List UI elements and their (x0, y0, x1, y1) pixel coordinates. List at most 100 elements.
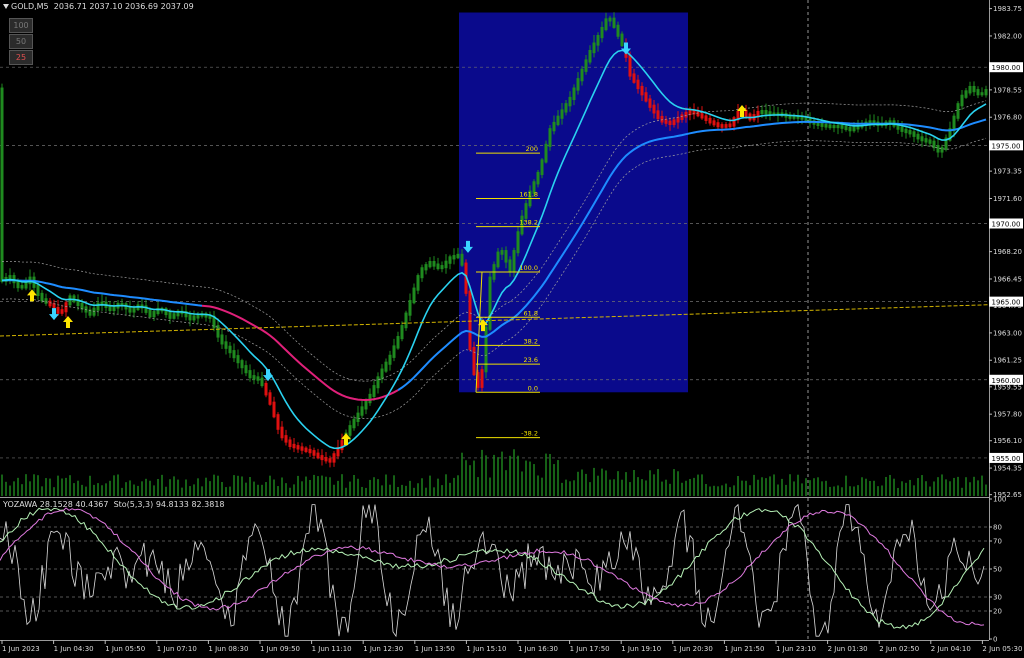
x-tick-label: 1 Jun 05:50 (105, 645, 145, 653)
candle-body (640, 85, 644, 96)
candle-body (936, 145, 940, 153)
candle-body (456, 253, 460, 259)
candle-body (320, 455, 324, 461)
candle-body (484, 326, 488, 373)
candle-body (60, 309, 64, 314)
stoch-readout: Sto(5,3,3) 94.8133 82.3818 (113, 500, 225, 509)
candle-body (20, 285, 24, 289)
x-tick-label: 1 Jun 2023 (2, 645, 40, 653)
symbol-header: GOLD,M5 2036.71 2037.10 2036.69 2037.09 (3, 2, 194, 11)
candle-body (260, 377, 264, 387)
candle-body (144, 305, 148, 313)
candle-body (436, 263, 440, 270)
candle-body (820, 122, 824, 127)
candle-body (588, 50, 592, 63)
candle-body (420, 267, 424, 279)
fib-level-label: 138.2 (519, 219, 538, 227)
zoom-100-button[interactable]: 100 (9, 18, 33, 33)
candle-body (684, 111, 688, 118)
candle-body (516, 231, 520, 254)
x-tick-label: 1 Jun 12:30 (363, 645, 403, 653)
candle-body (340, 440, 344, 451)
candle-body (672, 119, 676, 126)
x-tick-label: 1 Jun 23:10 (776, 645, 816, 653)
candle-body (916, 133, 920, 140)
candle-body (852, 126, 856, 132)
candle-body (604, 18, 608, 31)
candle-body (708, 117, 712, 124)
chart-window[interactable]: 200 161.8 138.2 100.0 61.8 38.2 23.6 0.0 -38.2 19… (0, 0, 1024, 654)
zoom-50-button[interactable]: 50 (9, 34, 33, 49)
candle-body (928, 139, 932, 144)
y-tick-label: 1954.35 (993, 465, 1022, 473)
candle-body (356, 412, 360, 422)
candle-body (96, 302, 100, 311)
candle-body (620, 33, 624, 47)
candle-body (968, 85, 972, 94)
candle-body (648, 98, 652, 108)
symbol-label: GOLD,M5 (11, 2, 49, 11)
candle-body (540, 159, 544, 176)
candle-body (288, 439, 292, 447)
candle-body (592, 42, 596, 54)
level-label: 1955.00 (992, 455, 1021, 463)
x-tick-label: 1 Jun 20:30 (673, 645, 713, 653)
candle-body (448, 256, 452, 264)
fib-level-label: 38.2 (524, 337, 538, 345)
yozawa-readout: YOZAWA 28.1528 40.4367 (3, 500, 109, 509)
dropdown-triangle-icon[interactable] (3, 4, 9, 9)
candle-body (556, 115, 560, 126)
candle-body (536, 171, 540, 185)
candle-body (900, 126, 904, 132)
candle-body (572, 87, 576, 101)
level-label: 1975.00 (992, 142, 1021, 150)
candle-body (724, 124, 728, 128)
candle-body (612, 17, 616, 28)
candle-body (40, 292, 44, 302)
candle-body (452, 255, 456, 260)
x-tick-label: 1 Jun 16:30 (518, 645, 558, 653)
candle-body (224, 341, 228, 349)
candle-body (240, 360, 244, 369)
candle-body (44, 298, 48, 304)
candle-body (828, 124, 832, 129)
candle-body (360, 406, 364, 416)
candle-body (432, 261, 436, 267)
candle-body (496, 251, 500, 268)
candle-body (508, 259, 512, 272)
fib-level-label: 0.0 (528, 384, 538, 392)
level-label: 1980.00 (992, 64, 1021, 72)
y-tick-label: 1956.10 (993, 437, 1022, 445)
candle-body (316, 452, 320, 459)
candle-body (984, 89, 988, 96)
osc-tick-label: 100 (993, 496, 1006, 504)
candle-body (308, 448, 312, 454)
candle-body (976, 89, 980, 96)
fib-level-label: 61.8 (524, 309, 538, 317)
zoom-25-button[interactable]: 25 (9, 50, 33, 65)
candle-body (404, 312, 408, 329)
candle-body (576, 78, 580, 91)
candle-body (236, 355, 240, 364)
candle-body (524, 203, 528, 219)
candle-body (580, 68, 584, 82)
fib-level-label: 161.8 (519, 190, 538, 198)
candle-body (388, 354, 392, 365)
candle-body (276, 414, 280, 430)
candle-body (732, 117, 736, 127)
candle-body (676, 116, 680, 123)
fib-level-label: -38.2 (521, 430, 538, 438)
candle-body (488, 276, 492, 330)
candle-body (424, 264, 428, 271)
candle-body (644, 92, 648, 102)
candle-body (596, 35, 600, 46)
candle-body (264, 382, 268, 396)
osc-tick-label: 20 (993, 608, 1002, 616)
x-tick-label: 1 Jun 11:10 (312, 645, 352, 653)
candle-body (0, 87, 4, 282)
candle-body (352, 418, 356, 429)
price-chart-svg[interactable]: 200161.8138.2100.061.838.223.60.0-38.219… (0, 0, 1024, 654)
candle-body (440, 265, 444, 270)
candle-body (548, 128, 552, 147)
candle-body (924, 138, 928, 143)
